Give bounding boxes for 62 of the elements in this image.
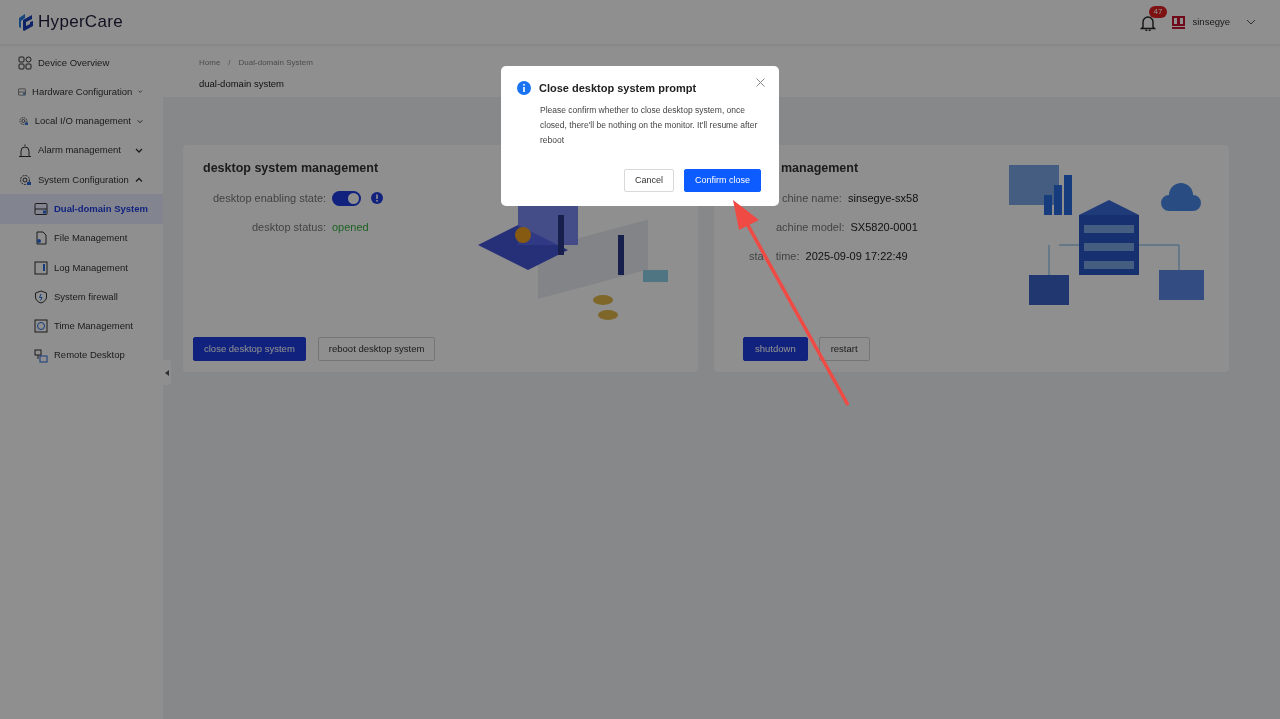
company-logo-icon: [1171, 15, 1185, 29]
field-label: time:: [775, 249, 800, 264]
sidebar-item[interactable]: Alarm management: [0, 135, 163, 166]
field-label: chine name:: [782, 191, 842, 206]
action-button[interactable]: restart: [818, 336, 870, 361]
action-button[interactable]: shutdown: [743, 336, 808, 361]
page-title: dual-domain system: [199, 77, 284, 91]
user-name: sinsegye: [1192, 14, 1230, 29]
grid-icon: [18, 55, 32, 70]
monitor-icon: [34, 202, 48, 217]
chevron-down-icon: [1246, 19, 1256, 25]
sidebar-subitem[interactable]: Remote Desktop: [0, 340, 163, 371]
sidebar-item[interactable]: Device Overview: [0, 48, 163, 78]
field-value: sinsegye-sx58: [847, 191, 919, 206]
field-value: SX5820-0001: [850, 220, 918, 235]
bell-icon[interactable]: [1139, 13, 1156, 31]
gear-icon: [18, 172, 32, 187]
breadcrumb-item[interactable]: Home: [199, 57, 221, 69]
shield-icon: [34, 290, 48, 304]
toggle-switch[interactable]: [332, 190, 362, 206]
field-label: sta: [749, 249, 764, 264]
card-title: management: [780, 160, 860, 177]
sidebar-subitem[interactable]: System firewall: [0, 282, 163, 312]
chevron-up-icon: [135, 177, 143, 183]
sidebar-item[interactable]: System Configuration: [0, 165, 163, 195]
info-icon: [517, 81, 531, 96]
sidebar-item[interactable]: Hardware Configuration: [0, 77, 163, 107]
field-value: 2025-09-09 17:22:49: [805, 249, 908, 264]
field-label: desktop status:: [252, 220, 326, 235]
caret-left-icon: [165, 369, 169, 376]
breadcrumb-item: Dual-domain System: [238, 57, 313, 69]
sidebar-subitem[interactable]: Time Management: [0, 311, 163, 341]
dialog-message: Please confirm whether to close desktop system, once closed, there'll be nothing on the monitor. It'll resume after reboot: [540, 103, 759, 147]
close-icon: [756, 78, 765, 87]
chevron-down-icon: [135, 148, 143, 154]
status-value: opened: [332, 220, 369, 235]
dialog-title: Close desktop system prompt: [539, 81, 697, 96]
collapse-handle[interactable]: [163, 360, 171, 385]
document-icon: [34, 231, 48, 246]
field-label: achine model:: [776, 220, 845, 235]
chevron-down-icon: [136, 118, 143, 124]
sidebar-subitem[interactable]: File Management: [0, 223, 163, 254]
sidebar-subitem[interactable]: Dual-domain System: [0, 194, 163, 224]
sidebar-item[interactable]: Local I/O management: [0, 106, 163, 136]
notification-badge: 47: [1148, 6, 1168, 19]
breadcrumb-separator: /: [228, 57, 231, 69]
sidebar-subitem[interactable]: Log Management: [0, 253, 163, 283]
log-icon: [34, 260, 48, 275]
card-title: desktop system management: [203, 160, 380, 177]
screens-icon: [34, 348, 48, 363]
action-button[interactable]: close desktop system: [193, 336, 306, 361]
siren-icon: [18, 143, 32, 158]
field-label: desktop enabling state:: [213, 191, 327, 206]
info-icon: [371, 192, 384, 205]
chevron-down-icon: [138, 89, 143, 95]
action-button[interactable]: reboot desktop system: [317, 336, 436, 361]
close-button[interactable]: [756, 78, 765, 87]
clock-icon: [34, 319, 48, 334]
logo-icon: [16, 13, 34, 31]
confirm-button[interactable]: Confirm close: [684, 168, 761, 192]
cancel-button[interactable]: Cancel: [623, 168, 674, 192]
app-logo-text: HyperCare: [38, 11, 123, 34]
